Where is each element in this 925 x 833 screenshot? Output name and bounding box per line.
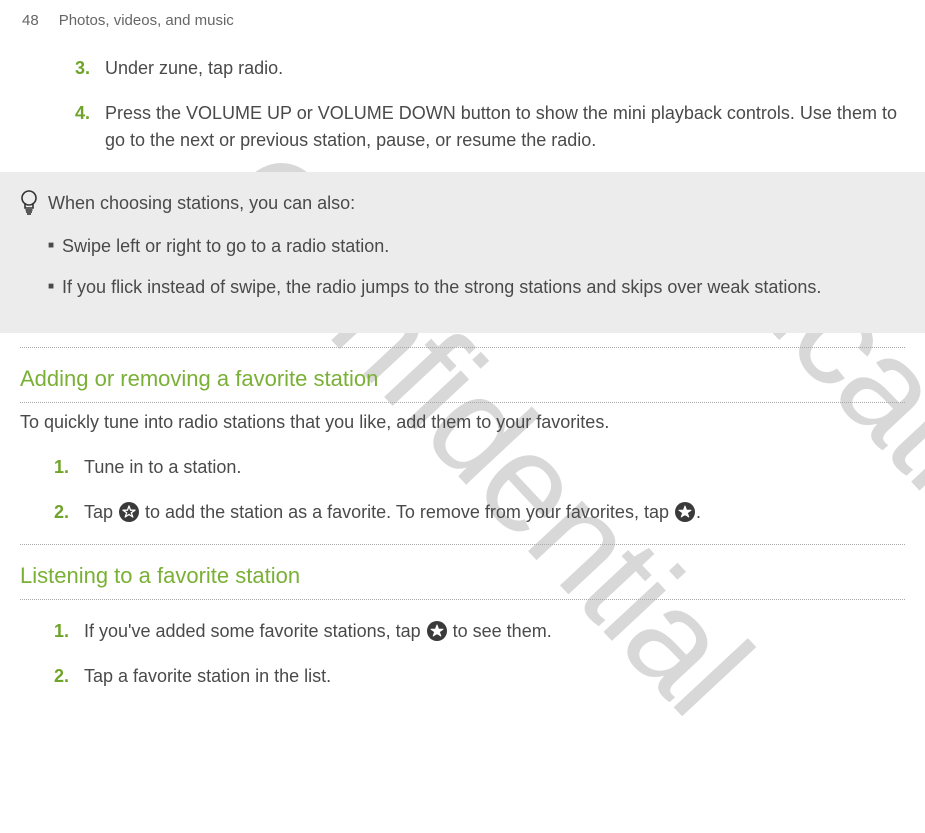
section-intro: To quickly tune into radio stations that… (20, 409, 905, 436)
tip-intro: When choosing stations, you can also: (48, 190, 905, 217)
list-item: 1. Tune in to a station. (54, 454, 905, 481)
step-text: If you've added some favorite stations, … (84, 618, 905, 645)
step-text-after: to see them. (448, 621, 552, 641)
list-item: 4. Press the VOLUME UP or VOLUME DOWN bu… (75, 100, 905, 154)
remove-favorite-icon (674, 501, 696, 523)
list-item: 1. If you've added some favorite station… (54, 618, 905, 645)
tip-box: When choosing stations, you can also: ■ … (0, 172, 925, 333)
listen-steps-list: 1. If you've added some favorite station… (54, 618, 905, 690)
step-text: Press the VOLUME UP or VOLUME DOWN butto… (105, 100, 905, 154)
add-favorite-icon (118, 501, 140, 523)
step-text-mid: to add the station as a favorite. To rem… (140, 502, 674, 522)
list-item: ■ If you flick instead of swipe, the rad… (48, 274, 905, 301)
page-header: 48 Photos, videos, and music (0, 0, 925, 29)
step-text-before: If you've added some favorite stations, … (84, 621, 426, 641)
intro-steps-list: 3. Under zune, tap radio. 4. Press the V… (75, 55, 905, 154)
tip-content: When choosing stations, you can also: ■ … (48, 190, 905, 315)
favorites-list-icon (426, 620, 448, 642)
page-number: 48 (22, 12, 39, 29)
chapter-title: Photos, videos, and music (59, 12, 234, 29)
step-text: Tap a favorite station in the list. (84, 663, 905, 690)
section-listen-favorite: Listening to a favorite station 1. If yo… (20, 544, 905, 690)
section-title: Listening to a favorite station (20, 545, 905, 600)
step-text-before: Tap (84, 502, 118, 522)
section-title: Adding or removing a favorite station (20, 348, 905, 403)
favorite-steps-list: 1. Tune in to a station. 2. Tap to add t… (54, 454, 905, 526)
list-item: 2. Tap a favorite station in the list. (54, 663, 905, 690)
tip-bullet-list: ■ Swipe left or right to go to a radio s… (48, 233, 905, 301)
bullet-icon: ■ (48, 274, 54, 301)
list-item: 3. Under zune, tap radio. (75, 55, 905, 82)
bullet-icon: ■ (48, 233, 54, 260)
step-number: 2. (54, 663, 84, 690)
step-text: Under zune, tap radio. (105, 55, 905, 82)
tip-item-text: If you flick instead of swipe, the radio… (62, 274, 905, 301)
step-number: 1. (54, 454, 84, 481)
list-item: 2. Tap to add the station as a favorite.… (54, 499, 905, 526)
step-text: Tap to add the station as a favorite. To… (84, 499, 905, 526)
step-number: 4. (75, 100, 105, 154)
step-number: 2. (54, 499, 84, 526)
step-number: 1. (54, 618, 84, 645)
section-add-remove-favorite: Adding or removing a favorite station To… (20, 347, 905, 526)
step-number: 3. (75, 55, 105, 82)
step-text: Tune in to a station. (84, 454, 905, 481)
list-item: ■ Swipe left or right to go to a radio s… (48, 233, 905, 260)
step-text-after: . (696, 502, 701, 522)
tip-item-text: Swipe left or right to go to a radio sta… (62, 233, 905, 260)
lightbulb-icon (20, 190, 38, 221)
